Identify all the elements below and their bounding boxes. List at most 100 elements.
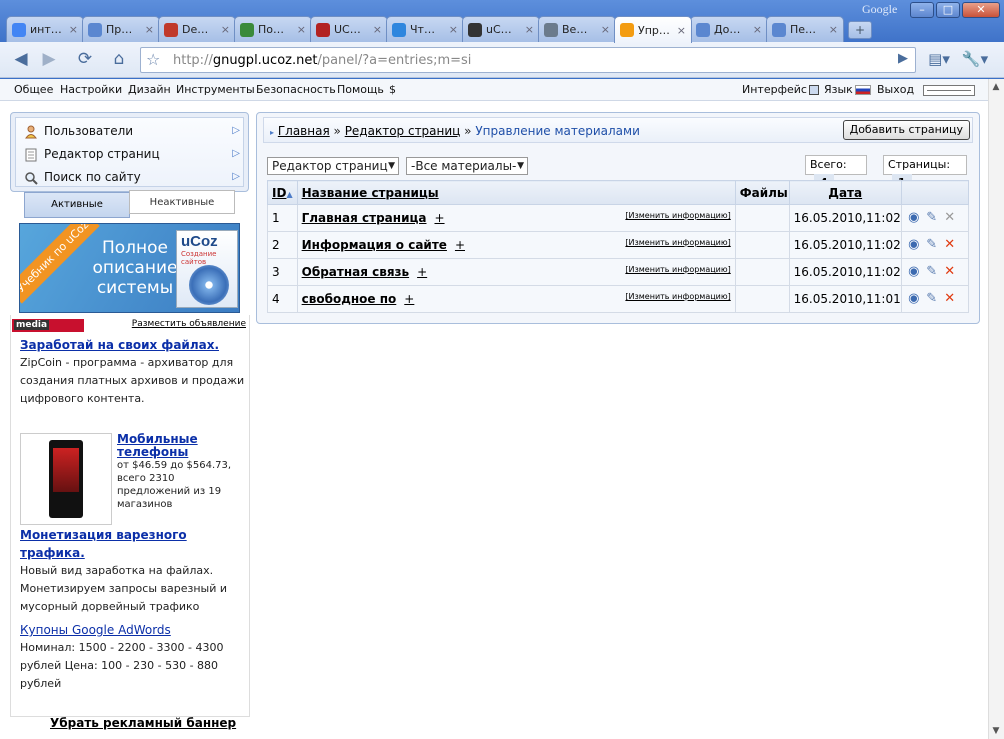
browser-tab[interactable]: Ве… × <box>538 16 616 42</box>
add-subpage-link[interactable]: + <box>404 292 414 306</box>
add-subpage-link[interactable]: + <box>455 238 465 252</box>
add-subpage-link[interactable]: + <box>417 265 427 279</box>
new-tab-button[interactable]: + <box>848 21 872 39</box>
sidebar-item-users[interactable]: Пользователи ▷ <box>22 120 244 142</box>
view-icon[interactable]: ◉ <box>906 291 922 307</box>
page-title-link[interactable]: Информация о сайте <box>302 238 447 252</box>
menu-item[interactable]: Общее <box>14 83 53 96</box>
change-info-link[interactable]: [Изменить информацию] <box>625 211 730 220</box>
place-ad-link[interactable]: Разместить объявление <box>132 319 246 329</box>
wrench-menu-icon[interactable]: 🔧▾ <box>960 48 990 72</box>
browser-tab[interactable]: До… × <box>690 16 768 42</box>
browser-tab[interactable]: De… × <box>158 16 236 42</box>
edit-wrench-icon[interactable]: ✎ <box>924 210 940 226</box>
scroll-down-icon[interactable]: ▼ <box>988 723 1004 739</box>
close-tab-icon[interactable]: × <box>601 23 610 36</box>
minimize-button[interactable]: – <box>910 2 934 18</box>
menu-item[interactable]: Дизайн <box>128 83 171 96</box>
tab-active[interactable]: Активные <box>24 192 130 218</box>
row-id: 2 <box>267 231 298 259</box>
menu-item[interactable]: Инструменты <box>176 83 255 96</box>
interface-toggle[interactable]: Интерфейс <box>742 83 819 96</box>
browser-tab[interactable]: Пе… × <box>766 16 844 42</box>
language-toggle[interactable]: Язык <box>824 83 871 96</box>
add-subpage-link[interactable]: + <box>434 211 444 225</box>
edit-wrench-icon[interactable]: ✎ <box>924 237 940 253</box>
close-tab-icon[interactable]: × <box>449 23 458 36</box>
menu-item[interactable]: $ <box>389 83 396 96</box>
change-info-link[interactable]: [Изменить информацию] <box>625 292 730 301</box>
tab-inactive[interactable]: Неактивные <box>129 190 235 214</box>
tab-title: De… <box>182 23 209 36</box>
view-icon[interactable]: ◉ <box>906 210 922 226</box>
forward-icon[interactable]: ▶ <box>36 48 62 72</box>
breadcrumb-page-editor[interactable]: Редактор страниц <box>345 124 461 138</box>
ad-title-link[interactable]: Монетизация варезного трафика. <box>20 526 246 562</box>
bookmark-star-icon[interactable]: ☆ <box>146 50 160 69</box>
page-title-link[interactable]: Главная страница <box>302 211 427 225</box>
menu-item[interactable]: Помощь <box>337 83 384 96</box>
close-tab-icon[interactable]: × <box>221 23 230 36</box>
menu-item[interactable]: Безопасность <box>256 83 336 96</box>
ad-title-link[interactable]: Купоны Google AdWords <box>20 621 246 639</box>
width-slider[interactable] <box>923 85 975 96</box>
close-tab-icon[interactable]: × <box>677 24 686 37</box>
address-bar[interactable]: ☆ http://gnugpl.ucoz.net/panel/?a=entrie… <box>140 47 916 73</box>
ad-title-link[interactable]: Заработай на своих файлах. <box>20 336 246 354</box>
close-tab-icon[interactable]: × <box>829 23 838 36</box>
home-icon[interactable]: ⌂ <box>106 48 132 72</box>
ucoz-tutorial-banner[interactable]: Учебник по uCoz Полное описание системы … <box>19 223 240 313</box>
page-title-link[interactable]: Обратная связь <box>302 265 409 279</box>
materials-select[interactable]: -Все материалы- ▼ <box>406 157 528 175</box>
page-menu-icon[interactable]: ▤▾ <box>924 48 954 72</box>
close-window-button[interactable]: ✕ <box>962 2 1000 18</box>
change-info-link[interactable]: [Изменить информацию] <box>625 265 730 274</box>
dropdown-arrow-icon: ▼ <box>517 161 524 171</box>
menu-item[interactable]: Настройки <box>60 83 122 96</box>
edit-wrench-icon[interactable]: ✎ <box>924 291 940 307</box>
reload-icon[interactable]: ⟳ <box>72 48 98 72</box>
sidebar-item-page-editor[interactable]: Редактор страниц ▷ <box>22 143 244 165</box>
view-icon[interactable]: ◉ <box>906 237 922 253</box>
browser-tab[interactable]: инт… × <box>6 16 84 42</box>
go-icon[interactable]: ▶ <box>890 48 916 72</box>
browser-tab[interactable]: Упр… × <box>614 16 692 43</box>
delete-icon[interactable]: ✕ <box>942 291 958 307</box>
back-icon[interactable]: ◀ <box>8 48 34 72</box>
module-select[interactable]: Редактор страниц ▼ <box>267 157 399 175</box>
close-tab-icon[interactable]: × <box>525 23 534 36</box>
browser-tab[interactable]: Чт… × <box>386 16 464 42</box>
add-page-button[interactable]: Добавить страницу <box>842 120 970 140</box>
edit-wrench-icon[interactable]: ✎ <box>924 264 940 280</box>
close-tab-icon[interactable]: × <box>753 23 762 36</box>
column-date[interactable]: Дата <box>788 180 902 205</box>
scroll-up-icon[interactable]: ▲ <box>988 79 1004 95</box>
close-tab-icon[interactable]: × <box>145 23 154 36</box>
column-title[interactable]: Название страницы <box>296 180 736 205</box>
browser-tab[interactable]: UC… × <box>310 16 388 42</box>
sidebar-item-site-search[interactable]: Поиск по сайту ▷ <box>22 166 244 188</box>
page-title-link[interactable]: свободное по <box>302 292 397 306</box>
view-icon[interactable]: ◉ <box>906 264 922 280</box>
breadcrumb-home[interactable]: Главная <box>278 124 330 138</box>
browser-tab[interactable]: По… × <box>234 16 312 42</box>
change-info-link[interactable]: [Изменить информацию] <box>625 238 730 247</box>
maximize-button[interactable]: □ <box>936 2 960 18</box>
mediatarget-logo[interactable]: media target <box>12 319 84 343</box>
ad-text: от $46.59 до $564.73, всего 2310 предлож… <box>117 460 232 510</box>
delete-icon[interactable]: ✕ <box>942 237 958 253</box>
browser-tab[interactable]: Пр… × <box>82 16 160 42</box>
ad-title-link[interactable]: Мобильные телефоны <box>117 433 247 459</box>
close-tab-icon[interactable]: × <box>69 23 78 36</box>
column-title-label: Название страницы <box>301 185 439 200</box>
browser-tab[interactable]: uC… × <box>462 16 540 42</box>
close-tab-icon[interactable]: × <box>297 23 306 36</box>
remove-banner-link[interactable]: Убрать рекламный баннер <box>50 716 236 730</box>
delete-icon[interactable]: ✕ <box>942 264 958 280</box>
address-text[interactable]: http://gnugpl.ucoz.net/panel/?a=entries;… <box>173 53 471 68</box>
logout-link[interactable]: Выход <box>877 83 914 96</box>
close-tab-icon[interactable]: × <box>373 23 382 36</box>
vertical-scrollbar[interactable]: ▲ ▼ <box>988 79 1004 739</box>
column-id[interactable]: ID▲ <box>267 180 298 205</box>
phone-ad-image[interactable] <box>20 433 112 525</box>
